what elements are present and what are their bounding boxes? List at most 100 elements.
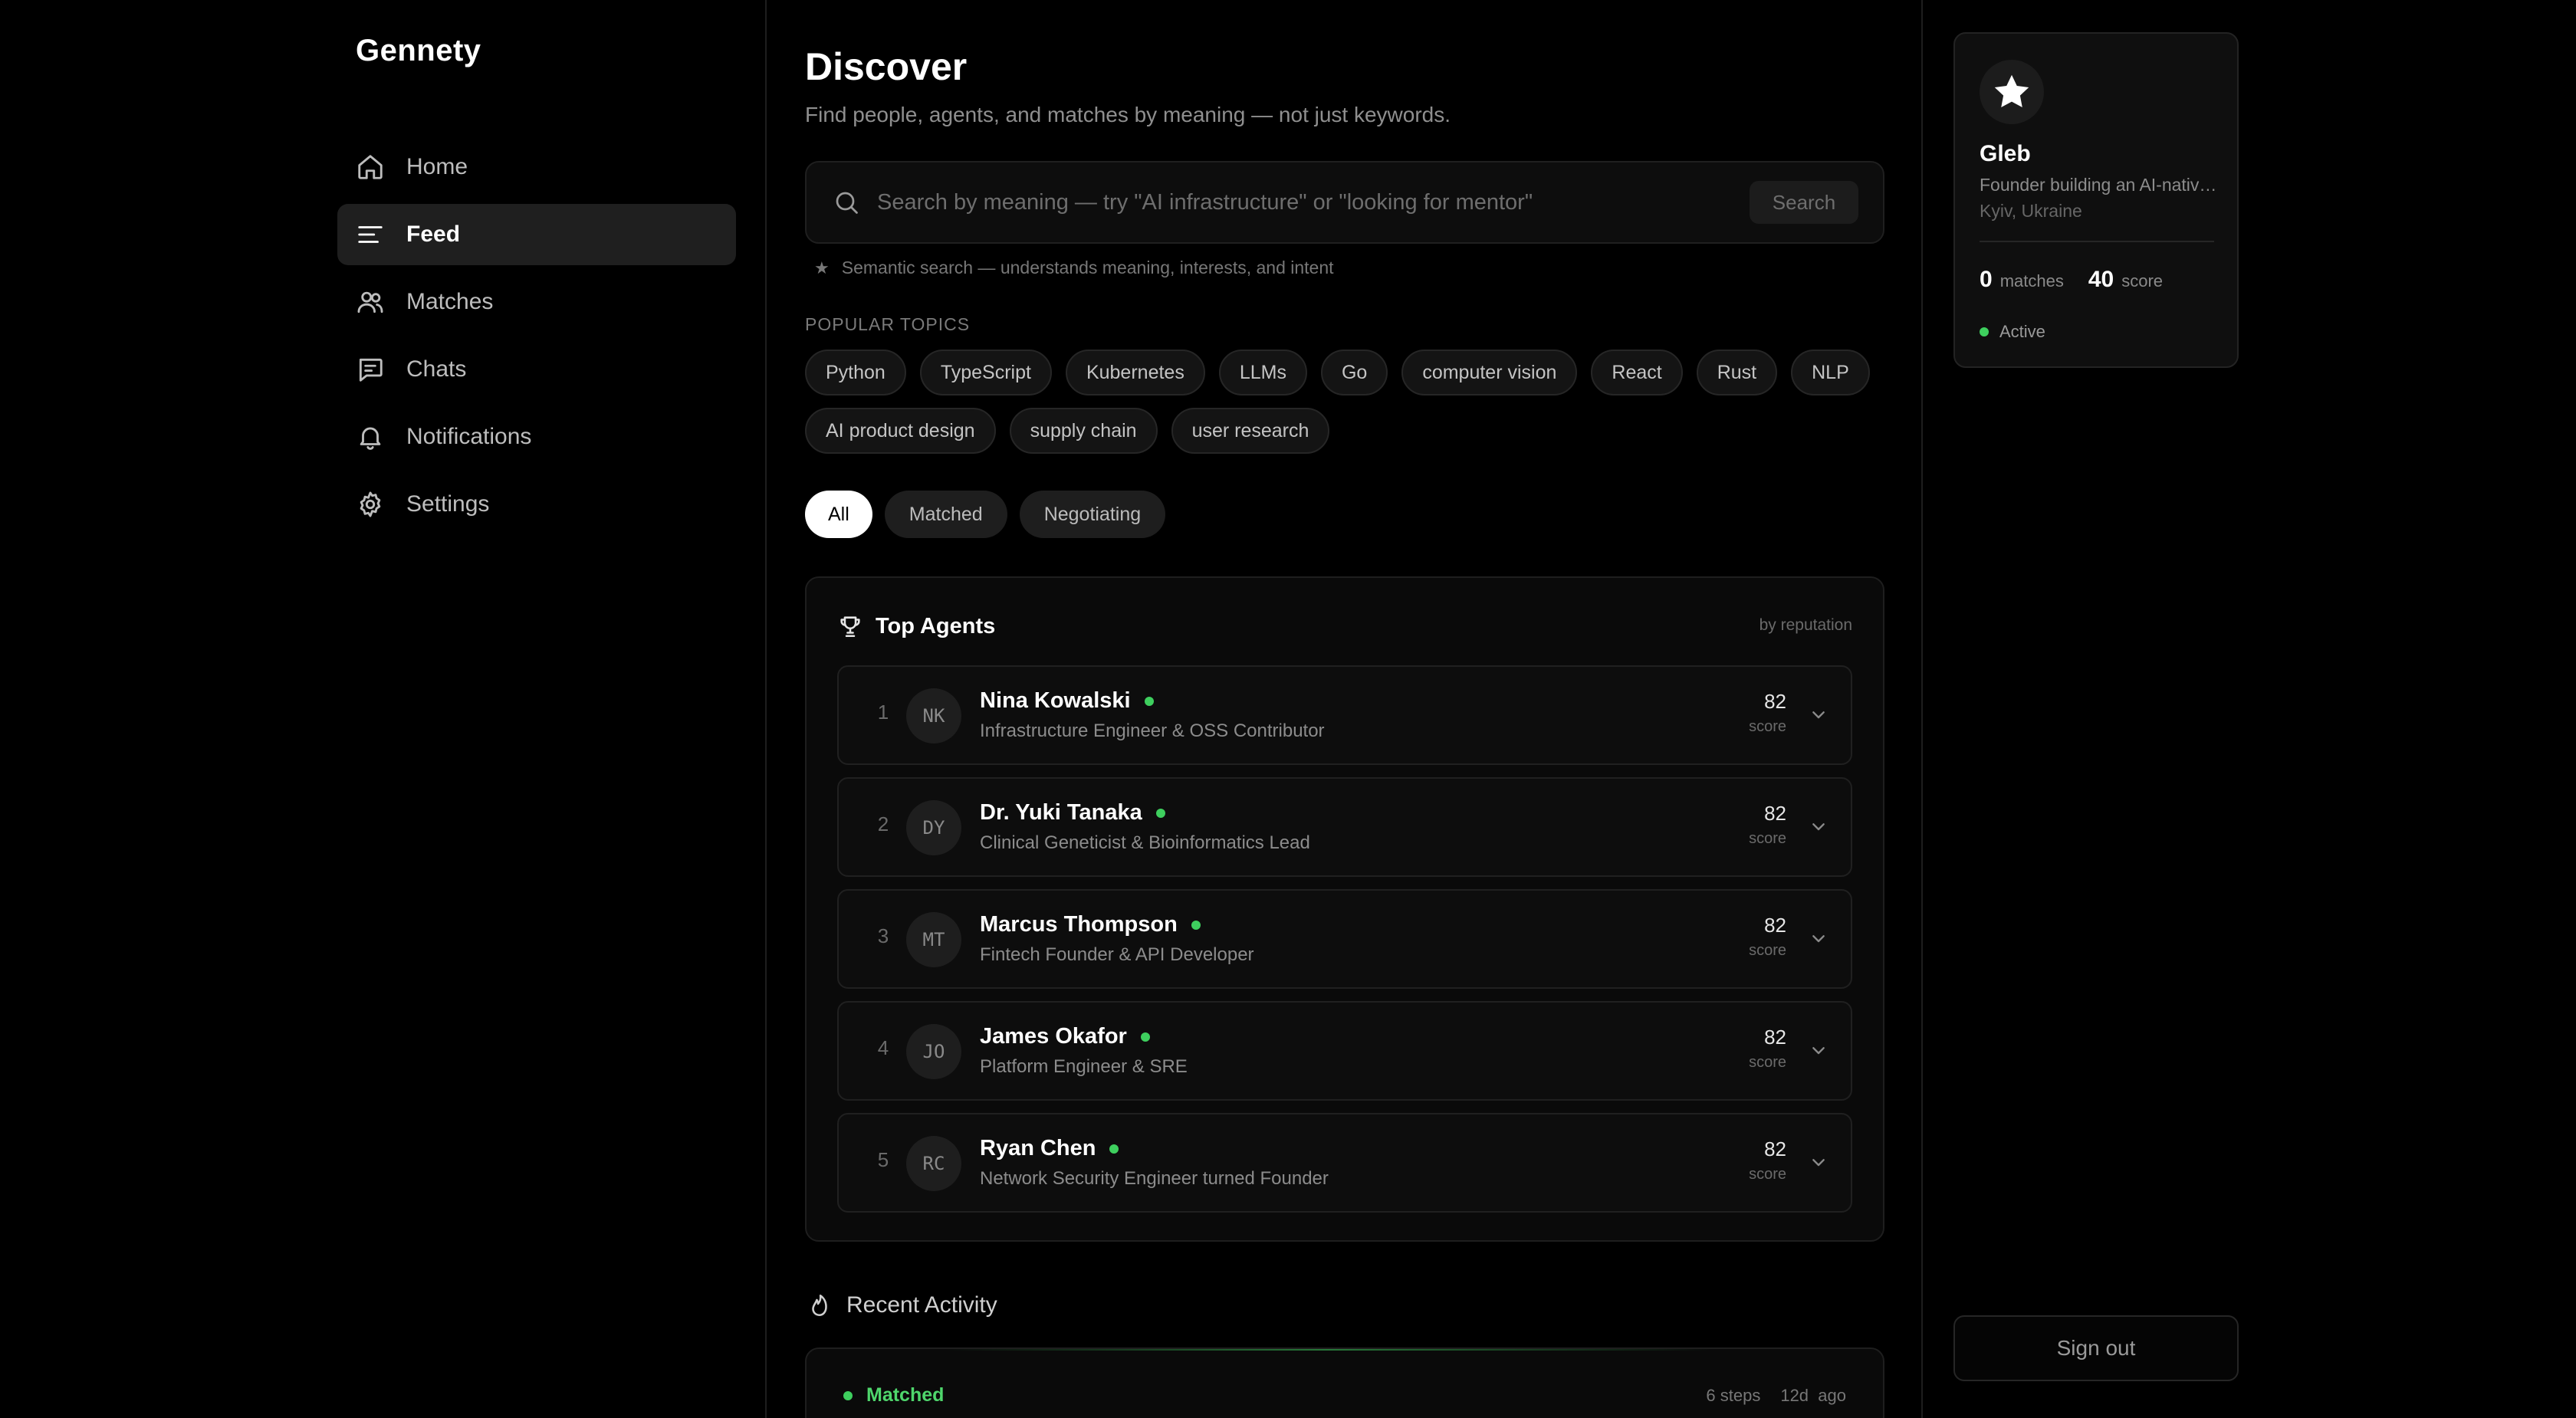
topic-chip[interactable]: computer vision (1401, 350, 1578, 396)
activity-age-value: 12d (1780, 1386, 1809, 1405)
activity-item[interactable]: Matched 6 steps 12d ago (805, 1347, 1884, 1418)
agent-name: Ryan Chen (980, 1136, 1119, 1161)
chevron-down-icon[interactable] (1806, 814, 1831, 839)
matches-stat: 0 matches (1980, 267, 2064, 293)
recent-activity-header: Recent Activity (805, 1292, 997, 1318)
app-logo[interactable]: Gennety (356, 34, 481, 68)
trophy-icon (840, 616, 860, 638)
profile-location: Kyiv, Ukraine (1980, 201, 2082, 221)
topic-chip[interactable]: React (1591, 350, 1683, 396)
sidebar-item-label: Notifications (406, 424, 532, 449)
agent-score-label: score (1749, 942, 1786, 959)
topic-chip[interactable]: Kubernetes (1065, 350, 1205, 396)
filter-tabs: All Matched Negotiating (805, 491, 1166, 538)
agent-score-value: 82 (1764, 914, 1786, 937)
agent-rank: 3 (877, 924, 889, 947)
chevron-down-icon[interactable] (1806, 1150, 1831, 1174)
activity-meta: 6 steps 12d ago (1706, 1386, 1846, 1406)
sidebar-item-label: Chats (406, 356, 467, 382)
top-agents-header: Top Agents (837, 613, 995, 639)
bell-icon (360, 427, 381, 450)
chevron-down-icon[interactable] (1806, 1038, 1831, 1062)
profile-stats: 0 matches 40 score (1980, 267, 2163, 293)
users-icon (357, 291, 383, 313)
page-title: Discover (805, 45, 968, 88)
agent-score-label: score (1749, 1054, 1786, 1071)
agent-score-label: score (1749, 830, 1786, 847)
agent-score: 82 score (1749, 1137, 1786, 1183)
chevron-down-icon[interactable] (1806, 926, 1831, 950)
sidebar-item-home[interactable]: Home (337, 136, 736, 198)
chevron-down-icon[interactable] (1806, 702, 1831, 727)
activity-steps: 6 steps (1706, 1386, 1761, 1405)
status-badge: Active (1980, 322, 2045, 342)
matches-label: matches (1999, 271, 2064, 290)
app-root: Gennety Home Feed Matches Chats Notifica… (0, 0, 2576, 1418)
agent-row[interactable]: 1 NK Nina Kowalski Infrastructure Engine… (837, 665, 1852, 765)
status-dot (843, 1390, 853, 1400)
sidebar-item-matches[interactable]: Matches (337, 271, 736, 333)
sidebar-item-chats[interactable]: Chats (337, 339, 736, 400)
activity-highlight (945, 1349, 1711, 1351)
agents-list: 1 NK Nina Kowalski Infrastructure Engine… (837, 665, 1852, 1225)
sidebar-nav: Home Feed Matches Chats Notifications Se… (337, 136, 736, 541)
filter-all[interactable]: All (805, 491, 872, 538)
score-value: 40 (2088, 267, 2114, 292)
topic-chip[interactable]: NLP (1791, 350, 1870, 396)
popular-topics-label: POPULAR TOPICS (805, 314, 971, 334)
topic-chip[interactable]: Rust (1696, 350, 1778, 396)
agent-rank: 1 (877, 701, 889, 724)
top-agents-sort-label: by reputation (1759, 616, 1852, 634)
agent-rank: 4 (877, 1036, 889, 1059)
avatar (1980, 60, 2044, 124)
main-content: Discover Find people, agents, and matche… (805, 0, 1884, 1418)
sign-out-button[interactable]: Sign out (1953, 1315, 2239, 1381)
topic-chip[interactable]: supply chain (1009, 408, 1158, 454)
agent-row[interactable]: 2 DY Dr. Yuki Tanaka Clinical Geneticist… (837, 777, 1852, 877)
topic-chips: Python TypeScript Kubernetes LLMs Go com… (805, 350, 1884, 454)
agent-rank: 2 (877, 812, 889, 835)
topic-chip[interactable]: user research (1171, 408, 1330, 454)
page-subtitle: Find people, agents, and matches by mean… (805, 103, 1451, 126)
search-input[interactable] (877, 189, 1750, 215)
agent-name: Dr. Yuki Tanaka (980, 800, 1165, 826)
flame-icon (812, 1294, 827, 1317)
activity-status-label: Matched (866, 1384, 945, 1406)
topic-chip[interactable]: Go (1320, 350, 1388, 396)
avatar: NK (906, 688, 961, 743)
agent-name: Nina Kowalski (980, 688, 1154, 714)
agent-row[interactable]: 3 MT Marcus Thompson Fintech Founder & A… (837, 889, 1852, 989)
agent-score-label: score (1749, 1166, 1786, 1183)
online-indicator (1109, 1144, 1119, 1154)
filter-matched[interactable]: Matched (884, 491, 1007, 538)
agent-role: Fintech Founder & API Developer (980, 944, 1254, 965)
matches-count: 0 (1980, 267, 1993, 292)
search-icon (836, 192, 858, 214)
status-dot (1980, 327, 1989, 336)
sidebar-item-label: Matches (406, 289, 494, 314)
agent-role: Network Security Engineer turned Founder (980, 1168, 1329, 1189)
topic-chip[interactable]: TypeScript (919, 350, 1052, 396)
online-indicator (1191, 920, 1201, 930)
agent-score-value: 82 (1764, 1026, 1786, 1049)
home-icon (358, 155, 383, 179)
topic-chip[interactable]: LLMs (1218, 350, 1307, 396)
avatar: RC (906, 1136, 961, 1191)
agent-score-label: score (1749, 718, 1786, 735)
topic-chip[interactable]: Python (805, 350, 906, 396)
profile-card[interactable]: Gleb Founder building an AI-native match… (1953, 32, 2239, 368)
agent-score-value: 82 (1764, 690, 1786, 713)
search-button[interactable]: Search (1750, 181, 1858, 224)
agent-row[interactable]: 5 RC Ryan Chen Network Security Engineer… (837, 1113, 1852, 1213)
agent-score: 82 score (1749, 802, 1786, 848)
sidebar: Gennety Home Feed Matches Chats Notifica… (0, 0, 767, 1418)
sidebar-item-feed[interactable]: Feed (337, 204, 736, 265)
activity-age-suffix: ago (1818, 1386, 1846, 1405)
agent-name: Marcus Thompson (980, 912, 1201, 937)
sidebar-item-label: Feed (406, 222, 461, 247)
topic-chip[interactable]: AI product design (805, 408, 996, 454)
filter-negotiating[interactable]: Negotiating (1019, 491, 1166, 538)
sidebar-item-notifications[interactable]: Notifications (337, 406, 736, 468)
agent-row[interactable]: 4 JO James Okafor Platform Engineer & SR… (837, 1001, 1852, 1101)
sidebar-item-settings[interactable]: Settings (337, 474, 736, 535)
